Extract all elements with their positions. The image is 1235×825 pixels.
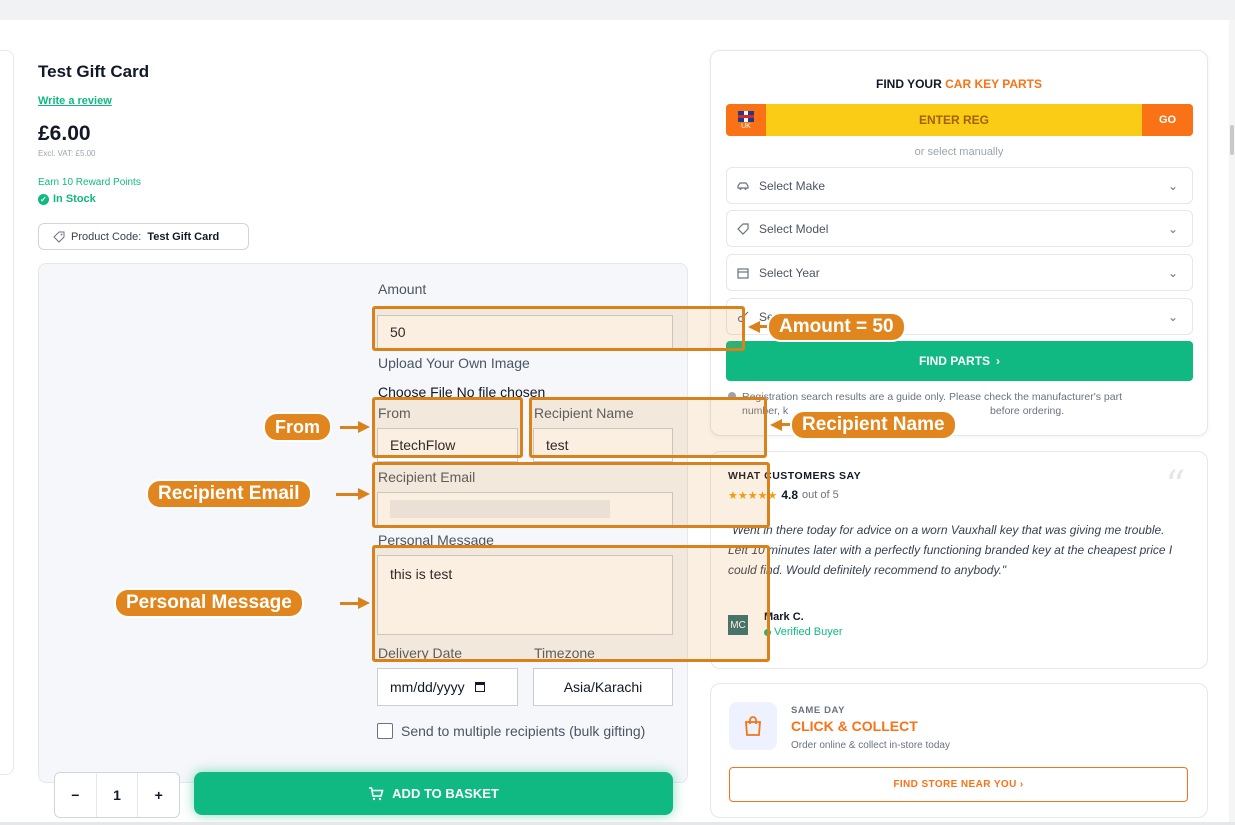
- finder-title: FIND YOUR CAR KEY PARTS: [710, 77, 1208, 91]
- calendar-icon[interactable]: [474, 682, 485, 692]
- add-to-basket-button[interactable]: ADD TO BASKET: [194, 772, 673, 815]
- timezone-field[interactable]: Asia/Karachi: [533, 668, 673, 706]
- select-year-label: Select Year: [759, 265, 820, 280]
- product-code-badge: Product Code: Test Gift Card: [38, 223, 249, 250]
- qty-value[interactable]: 1: [95, 773, 138, 817]
- rating-out-of: out of 5: [802, 489, 839, 501]
- delivery-date-input[interactable]: mm/dd/yyyy: [377, 668, 518, 706]
- arrow-icon: [358, 597, 370, 609]
- arrow-icon: [358, 488, 370, 500]
- find-store-button[interactable]: FIND STORE NEAR YOU ›: [729, 767, 1188, 802]
- scrollbar-thumb[interactable]: [1230, 125, 1234, 155]
- uk-label: UK: [741, 122, 751, 130]
- check-icon: ✓: [38, 193, 49, 205]
- upload-label: Upload Your Own Image: [378, 355, 530, 371]
- disclaimer-line-1: Registration search results are a guide …: [742, 391, 1123, 403]
- tag-icon: [53, 231, 65, 243]
- select-year-dropdown[interactable]: Select Year ⌄: [726, 254, 1193, 291]
- find-parts-button[interactable]: FIND PARTS ›: [726, 341, 1193, 381]
- quote-icon: “: [1165, 463, 1186, 509]
- recipient-name-highlight: [529, 397, 767, 458]
- cart-icon: [369, 786, 384, 800]
- chevron-down-icon: ⌄: [1167, 265, 1178, 280]
- chevron-down-icon: ⌄: [1167, 221, 1178, 236]
- calendar-icon: [737, 267, 749, 279]
- finder-title-prefix: FIND YOUR: [875, 77, 946, 91]
- tag-icon: [737, 222, 749, 235]
- write-review-link[interactable]: Write a review: [38, 95, 112, 107]
- review-quote: "Went in there today for advice on a wor…: [728, 523, 1173, 577]
- amount-label: Amount: [378, 281, 427, 297]
- chevron-right-icon: ›: [996, 354, 1001, 368]
- product-price: £6.00: [38, 122, 91, 145]
- arrow-line: [336, 493, 360, 496]
- bulk-checkbox[interactable]: [377, 723, 393, 739]
- amount-annotation: Amount = 50: [767, 312, 906, 342]
- reg-input[interactable]: ENTER REG: [766, 104, 1142, 136]
- amount-highlight: [372, 306, 745, 351]
- select-model-label: Select Model: [759, 221, 829, 236]
- qty-increase-button[interactable]: +: [137, 773, 179, 817]
- browser-top-strip: [0, 0, 1235, 20]
- bulk-label: Send to multiple recipients (bulk giftin…: [401, 723, 646, 739]
- chevron-down-icon: ⌄: [1167, 309, 1178, 324]
- price-excl-vat: Excl. VAT: £5.00: [38, 149, 96, 158]
- select-manually-text: or select manually: [914, 146, 1004, 158]
- chevron-down-icon: ⌄: [1167, 178, 1178, 193]
- verified-badge: Verified Buyer: [764, 626, 842, 638]
- click-collect-subtitle: Order online & collect in-store today: [791, 740, 950, 751]
- add-to-basket-label: ADD TO BASKET: [392, 786, 499, 801]
- arrow-line: [340, 426, 360, 429]
- left-panel-edge: [0, 50, 14, 775]
- product-title: Test Gift Card: [38, 62, 150, 81]
- reward-points: Earn 10 Reward Points: [38, 177, 141, 188]
- bulk-gifting-option[interactable]: Send to multiple recipients (bulk giftin…: [377, 723, 645, 739]
- find-parts-label: FIND PARTS: [918, 354, 991, 368]
- finder-title-accent: CAR KEY PARTS: [945, 77, 1043, 91]
- personal-message-highlight: [372, 545, 770, 662]
- date-placeholder: mm/dd/yyyy: [390, 679, 465, 695]
- go-button[interactable]: GO: [1142, 104, 1193, 136]
- from-highlight: [372, 397, 523, 458]
- arrow-icon: [358, 421, 370, 433]
- select-model-dropdown[interactable]: Select Model ⌄: [726, 210, 1193, 247]
- uk-flag-icon: [738, 110, 754, 122]
- disclaimer-line-2b: before ordering.: [990, 405, 1065, 417]
- from-annotation: From: [263, 412, 332, 442]
- select-make-dropdown[interactable]: Select Make ⌄: [726, 167, 1193, 204]
- car-icon: [737, 181, 749, 190]
- qty-decrease-button[interactable]: −: [55, 773, 96, 817]
- verified-label: Verified Buyer: [774, 626, 843, 638]
- stock-status: ✓ In Stock: [38, 193, 96, 205]
- product-code-label: Product Code:: [71, 230, 142, 243]
- find-store-label: FIND STORE NEAR YOU: [893, 779, 1017, 790]
- stock-label: In Stock: [53, 193, 96, 205]
- rating-value: 4.8: [781, 488, 798, 502]
- select-make-label: Select Make: [759, 178, 826, 193]
- quantity-stepper[interactable]: − 1 +: [54, 772, 180, 818]
- personal-message-annotation: Personal Message: [114, 588, 304, 618]
- reviews-heading-b: CUSTOMERS SAY: [764, 470, 862, 482]
- same-day-label: SAME DAY: [791, 705, 846, 716]
- uk-plate-badge: UK: [726, 104, 766, 136]
- shopping-bag-icon: [729, 702, 777, 750]
- product-code-value: Test Gift Card: [147, 230, 220, 243]
- recipient-email-highlight: [372, 462, 770, 528]
- arrow-line: [340, 602, 360, 605]
- recipient-email-annotation: Recipient Email: [146, 479, 312, 509]
- recipient-name-annotation: Recipient Name: [790, 410, 957, 440]
- click-collect-title: CLICK & COLLECT: [791, 718, 918, 734]
